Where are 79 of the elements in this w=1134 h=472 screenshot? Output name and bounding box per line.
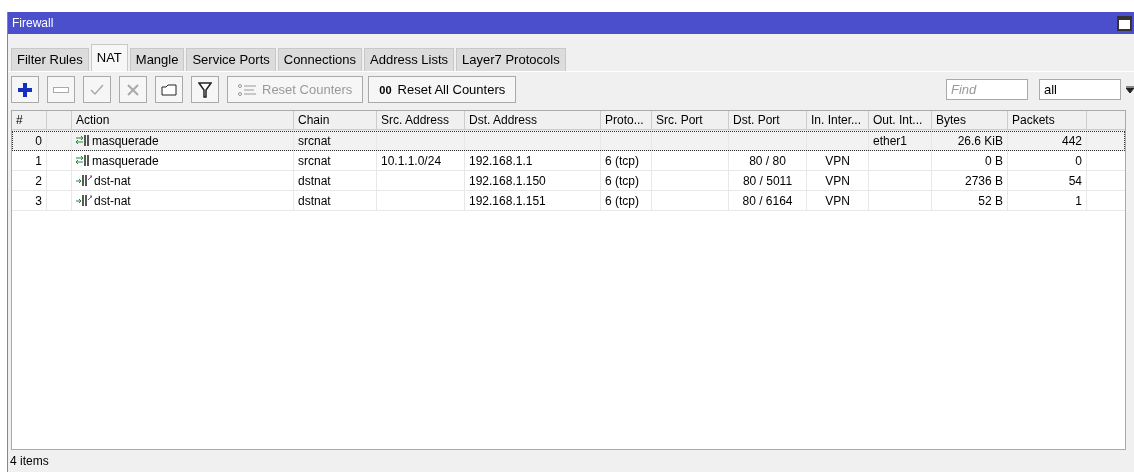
- table-row[interactable]: 2 dst-nat dstnat 192.168.1.150 6 (tcp) 80 / 5011 VPN 2736 B 54: [12, 171, 1125, 191]
- tab[interactable]: Connections: [277, 48, 363, 71]
- comment-button[interactable]: [155, 76, 183, 103]
- dst-port-cell: 80 / 80: [749, 153, 786, 168]
- chain-cell: dstnat: [298, 193, 331, 208]
- row-number: 2: [35, 173, 42, 188]
- packets-cell: 1: [1075, 193, 1082, 208]
- dst-port-cell: 80 / 6164: [742, 193, 793, 208]
- bytes-cell: 26.6 KiB: [957, 133, 1003, 148]
- dst-address-cell: 192.168.1.150: [469, 173, 546, 188]
- dst-address-cell: 192.168.1.151: [469, 193, 546, 208]
- arrows-icon: [76, 155, 90, 166]
- column-header[interactable]: Dst. Port: [729, 111, 807, 130]
- column-header[interactable]: Chain: [294, 111, 377, 130]
- column-header[interactable]: Src. Address: [377, 111, 465, 130]
- dst-port-cell: 80 / 5011: [742, 173, 793, 188]
- arrows-icon: [76, 135, 90, 146]
- column-header[interactable]: Out. Int...: [869, 111, 932, 130]
- tab[interactable]: Mangle: [129, 48, 185, 71]
- filter-icon: [198, 81, 212, 98]
- chain-cell: srcnat: [298, 133, 331, 148]
- in-interface-cell: VPN: [825, 173, 850, 188]
- caret-icon[interactable]: [1126, 85, 1134, 94]
- maximize-button[interactable]: [1117, 15, 1132, 31]
- packets-cell: 54: [1068, 173, 1082, 188]
- bytes-cell: 0 B: [985, 153, 1003, 168]
- row-number: 3: [35, 193, 42, 208]
- packets-cell: 442: [1061, 133, 1082, 148]
- arrow-icon: [76, 195, 92, 206]
- protocol-cell: 6 (tcp): [605, 153, 639, 168]
- chain-cell: srcnat: [298, 153, 331, 168]
- protocol-cell: 6 (tcp): [605, 193, 639, 208]
- note-icon: [161, 83, 177, 96]
- plus-icon: [17, 81, 33, 98]
- cross-icon: [127, 83, 139, 96]
- dst-address-cell: 192.168.1.1: [469, 153, 533, 168]
- src-address-cell: 10.1.1.0/24: [381, 153, 442, 168]
- column-header[interactable]: #: [12, 111, 47, 130]
- reset-all-counters-button[interactable]: 00 Reset All Counters: [368, 76, 517, 103]
- arrow-icon: [76, 175, 92, 186]
- column-header[interactable]: Proto...: [601, 111, 652, 130]
- table-row[interactable]: 0 masquerade srcnat ether1 26.6 KiB 442: [12, 131, 1125, 151]
- chain-cell: dstnat: [298, 173, 331, 188]
- table-row[interactable]: 1 masquerade srcnat 10.1.1.0/24 192.168.1.1 6 (tcp) 80 / 80 VPN 0 B 0: [12, 151, 1125, 171]
- row-number: 1: [35, 153, 42, 168]
- add-button[interactable]: [11, 76, 39, 103]
- find-field[interactable]: Find: [946, 79, 1028, 100]
- column-header[interactable]: Bytes: [932, 111, 1008, 130]
- column-header[interactable]: Action: [72, 111, 294, 130]
- tab[interactable]: Layer7 Protocols: [456, 48, 566, 71]
- bytes-cell: 2736 B: [964, 173, 1003, 188]
- filter-button[interactable]: [191, 76, 219, 103]
- action-cell: dst-nat: [94, 173, 131, 188]
- in-interface-cell: VPN: [825, 153, 850, 168]
- list-icon: [238, 83, 256, 96]
- scope-field[interactable]: all: [1039, 79, 1121, 100]
- status-text: 4 items: [9, 453, 50, 470]
- protocol-cell: 6 (tcp): [605, 173, 639, 188]
- tab[interactable]: Address Lists: [364, 48, 455, 71]
- column-header[interactable]: Dst. Address: [465, 111, 601, 130]
- bytes-cell: 52 B: [978, 193, 1003, 208]
- tab[interactable]: Filter Rules: [11, 48, 89, 71]
- column-header[interactable]: In. Inter...: [807, 111, 869, 130]
- row-number: 0: [35, 133, 42, 148]
- column-header[interactable]: Src. Port: [652, 111, 729, 130]
- table-row[interactable]: 3 dst-nat dstnat 192.168.1.151 6 (tcp) 80 / 6164 VPN 52 B 1: [12, 191, 1125, 211]
- action-cell: masquerade: [92, 133, 159, 148]
- zeros-icon: 00: [379, 83, 392, 96]
- out-interface-cell: ether1: [873, 133, 908, 148]
- window-title: Firewall: [12, 16, 54, 30]
- packets-cell: 0: [1075, 153, 1082, 168]
- minus-icon: [53, 86, 69, 93]
- action-cell: masquerade: [92, 153, 159, 168]
- action-cell: dst-nat: [94, 193, 131, 208]
- in-interface-cell: VPN: [825, 193, 850, 208]
- tab[interactable]: NAT: [90, 44, 128, 71]
- check-icon: [90, 83, 104, 96]
- column-header[interactable]: Packets: [1008, 111, 1087, 130]
- tab[interactable]: Service Ports: [186, 48, 276, 71]
